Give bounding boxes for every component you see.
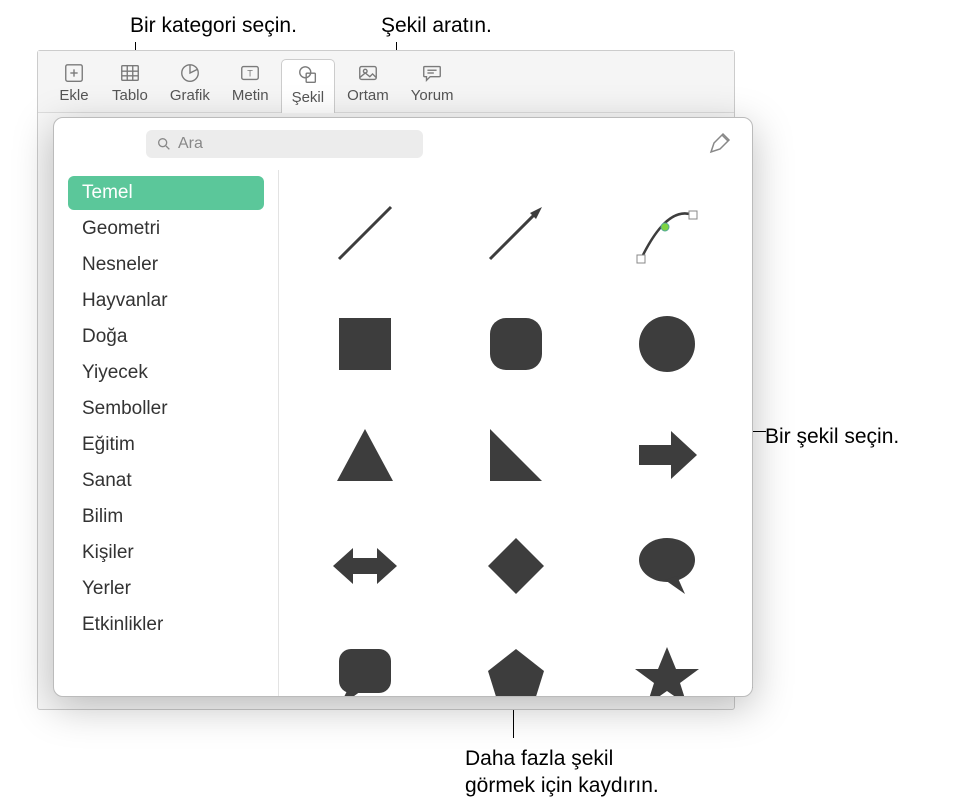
draw-shape-button[interactable] xyxy=(708,131,734,157)
popover-body: TemelGeometriNesnelerHayvanlarDoğaYiyece… xyxy=(54,170,752,696)
callout-scroll-more: Daha fazla şekil görmek için kaydırın. xyxy=(465,745,659,800)
callout-select-shape: Bir şekil seçin. xyxy=(765,423,899,450)
text-box-icon: T xyxy=(238,61,262,85)
toolbar: Ekle Tablo Grafik T Metin Şekil xyxy=(38,51,734,113)
shape-right-triangle[interactable] xyxy=(450,412,581,497)
comment-icon xyxy=(420,61,444,85)
callout-category: Bir kategori seçin. xyxy=(130,12,297,39)
bracket-tick xyxy=(752,431,766,432)
search-icon xyxy=(156,136,172,152)
sidebar-item-yiyecek[interactable]: Yiyecek xyxy=(68,356,264,390)
shape-line[interactable] xyxy=(299,190,430,275)
shape-rounded-square[interactable] xyxy=(450,301,581,386)
photo-icon xyxy=(356,61,380,85)
shape-star[interactable] xyxy=(601,634,732,696)
shape-arrow-right[interactable] xyxy=(601,412,732,497)
toolbar-text-button[interactable]: T Metin xyxy=(222,59,279,106)
table-icon xyxy=(118,61,142,85)
toolbar-label: Yorum xyxy=(411,87,454,104)
shape-triangle[interactable] xyxy=(299,412,430,497)
sidebar-item-temel[interactable]: Temel xyxy=(68,176,264,210)
plus-box-icon xyxy=(62,61,86,85)
shape-arrow-bidir[interactable] xyxy=(299,523,430,608)
toolbar-label: Tablo xyxy=(112,87,148,104)
shapes-grid xyxy=(279,170,752,696)
shape-circle[interactable] xyxy=(601,301,732,386)
sidebar-item-geometri[interactable]: Geometri xyxy=(68,212,264,246)
sidebar-item-yerler[interactable]: Yerler xyxy=(68,572,264,606)
toolbar-label: Ortam xyxy=(347,87,389,104)
toolbar-label: Ekle xyxy=(59,87,88,104)
pie-chart-icon xyxy=(178,61,202,85)
svg-text:T: T xyxy=(247,69,253,79)
sidebar-item-doğa[interactable]: Doğa xyxy=(68,320,264,354)
toolbar-chart-button[interactable]: Grafik xyxy=(160,59,220,106)
toolbar-label: Şekil xyxy=(292,89,325,106)
toolbar-media-button[interactable]: Ortam xyxy=(337,59,399,106)
shape-square[interactable] xyxy=(299,301,430,386)
shape-quote-bubble[interactable] xyxy=(299,634,430,696)
callout-search: Şekil aratın. xyxy=(381,12,492,39)
shape-speech-bubble[interactable] xyxy=(601,523,732,608)
shapes-popover: TemelGeometriNesnelerHayvanlarDoğaYiyece… xyxy=(53,117,753,697)
shape-curve[interactable] xyxy=(601,190,732,275)
shapes-icon xyxy=(296,63,320,87)
toolbar-table-button[interactable]: Tablo xyxy=(102,59,158,106)
sidebar-item-etkinlikler[interactable]: Etkinlikler xyxy=(68,608,264,642)
app-window: Ekle Tablo Grafik T Metin Şekil xyxy=(37,50,735,710)
sidebar-item-eğitim[interactable]: Eğitim xyxy=(68,428,264,462)
shape-arrow-line[interactable] xyxy=(450,190,581,275)
shape-diamond[interactable] xyxy=(450,523,581,608)
search-input[interactable] xyxy=(178,135,413,153)
sidebar-item-nesneler[interactable]: Nesneler xyxy=(68,248,264,282)
toolbar-insert-button[interactable]: Ekle xyxy=(48,59,100,106)
category-sidebar: TemelGeometriNesnelerHayvanlarDoğaYiyece… xyxy=(54,170,279,696)
search-field-wrap[interactable] xyxy=(146,130,423,158)
sidebar-item-semboller[interactable]: Semboller xyxy=(68,392,264,426)
pen-icon xyxy=(708,131,732,155)
sidebar-item-sanat[interactable]: Sanat xyxy=(68,464,264,498)
sidebar-item-bilim[interactable]: Bilim xyxy=(68,500,264,534)
sidebar-item-hayvanlar[interactable]: Hayvanlar xyxy=(68,284,264,318)
popover-header xyxy=(54,118,752,170)
sidebar-item-kişiler[interactable]: Kişiler xyxy=(68,536,264,570)
toolbar-comment-button[interactable]: Yorum xyxy=(401,59,464,106)
toolbar-shape-button[interactable]: Şekil xyxy=(281,59,336,113)
toolbar-label: Metin xyxy=(232,87,269,104)
shape-pentagon[interactable] xyxy=(450,634,581,696)
toolbar-label: Grafik xyxy=(170,87,210,104)
